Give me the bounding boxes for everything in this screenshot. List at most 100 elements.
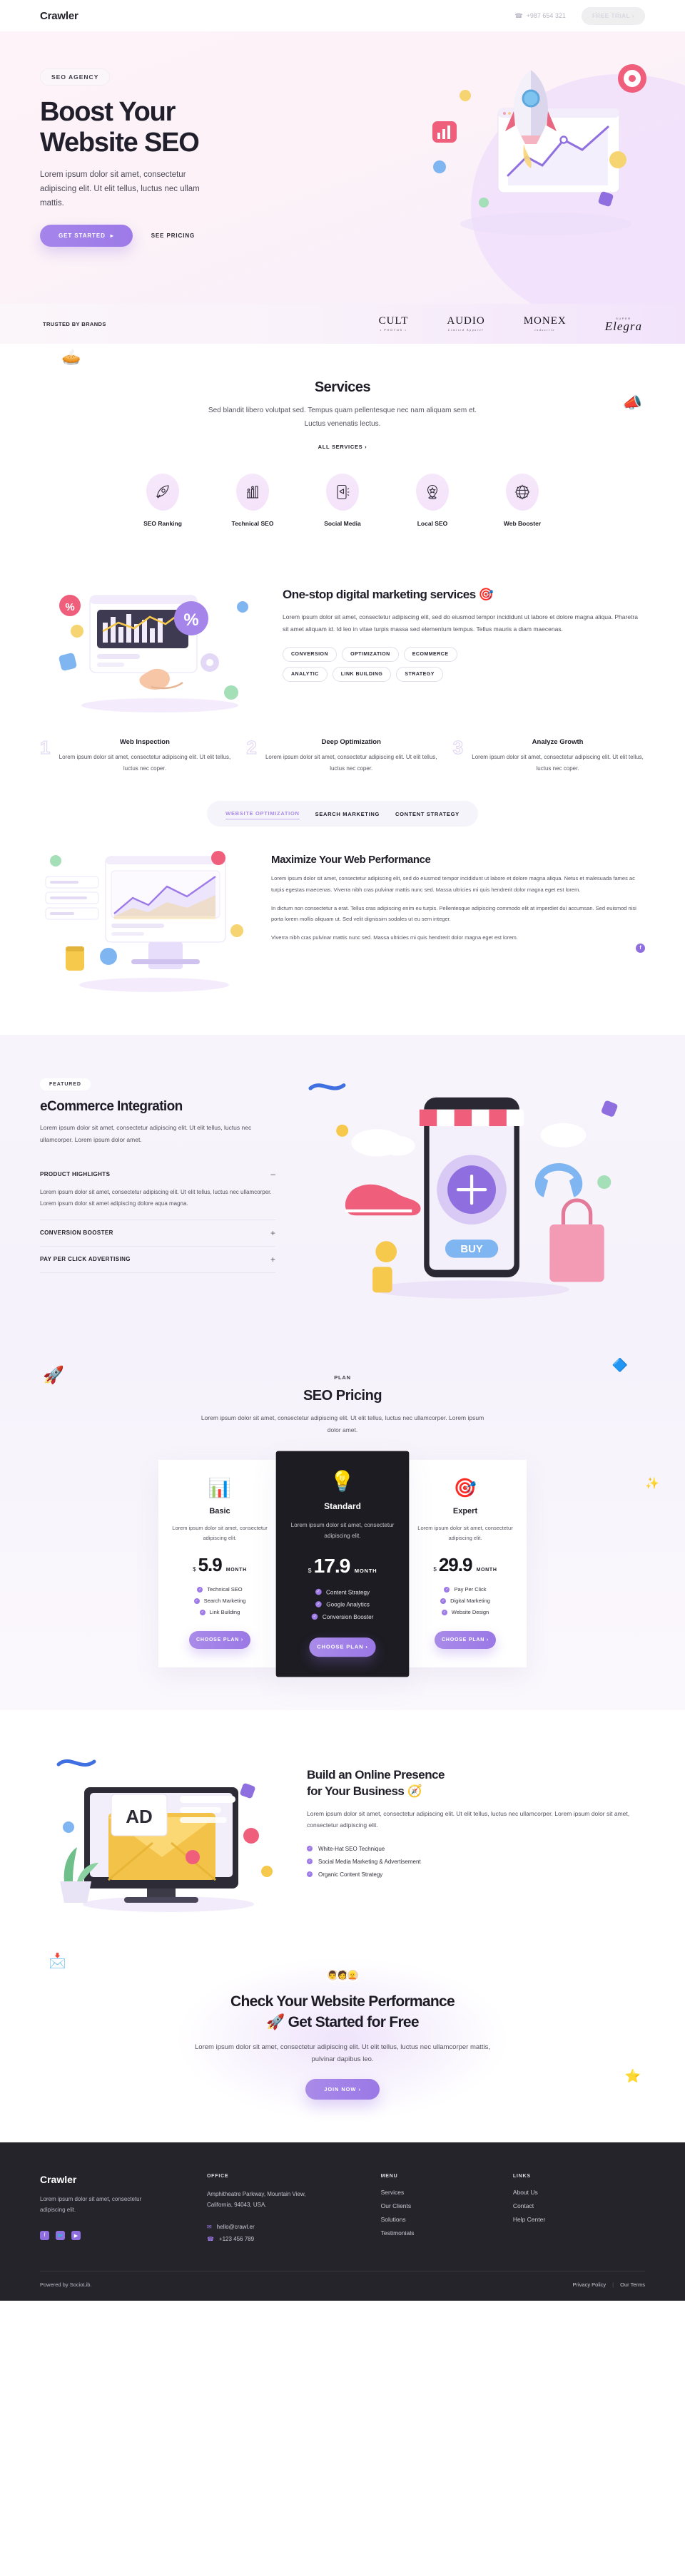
- hero-section: SEO AGENCY Boost Your Website SEO Lorem …: [0, 31, 685, 304]
- pie-chart-emoji: 🥧: [61, 348, 81, 366]
- pricing-section: 🚀 🔷 ✨ PLAN SEO Pricing Lorem ipsum dolor…: [0, 1343, 685, 1711]
- accordion-header[interactable]: PRODUCT HIGHLIGHTS –: [40, 1161, 275, 1187]
- feature-row: ✓ Search Marketing: [193, 1598, 246, 1605]
- plan-description: Lorem ipsum dolor sit amet, consectetur …: [172, 1524, 268, 1541]
- footer-link-solutions[interactable]: Solutions: [381, 2216, 513, 2223]
- star-emoji: ✨: [645, 1478, 659, 1491]
- price-amount: 5.9: [198, 1554, 223, 1576]
- brand-logo[interactable]: Crawler: [40, 10, 78, 22]
- send-emoji: 📩: [49, 1953, 66, 1970]
- choose-plan-button-expert[interactable]: CHOOSE PLAN ›: [435, 1631, 496, 1650]
- footer-link-about-us[interactable]: About Us: [513, 2189, 645, 2196]
- plan-price: $ 29.9 MONTH: [415, 1555, 515, 1574]
- accordion-title: PAY PER CLICK ADVERTISING: [40, 1256, 131, 1262]
- accordion-body: Lorem ipsum dolor sit amet, consectetur …: [40, 1189, 272, 1207]
- plus-icon: +: [270, 1227, 275, 1238]
- svg-text:%: %: [65, 601, 74, 613]
- step-number: 1: [39, 737, 51, 758]
- youtube-icon[interactable]: ▶: [71, 2231, 81, 2241]
- megaphone-emoji: 📣: [622, 394, 642, 412]
- tag-conversion[interactable]: CONVERSION: [283, 647, 338, 663]
- tag-optimization[interactable]: OPTIMIZATION: [342, 647, 399, 663]
- footer-link-services[interactable]: Services: [381, 2189, 513, 2196]
- services-icon-row: SEO Ranking Technical SEO Social Media L…: [0, 474, 685, 527]
- accordion-header[interactable]: PAY PER CLICK ADVERTISING +: [40, 1247, 275, 1272]
- service-seo-ranking[interactable]: SEO Ranking: [135, 474, 191, 527]
- tag-analytic[interactable]: ANALYTIC: [283, 667, 328, 683]
- service-social-media[interactable]: Social Media: [315, 474, 370, 527]
- tag-link-building[interactable]: LINK BUILDING: [332, 667, 392, 683]
- featured-badge: FEATURED: [40, 1078, 91, 1091]
- service-web-booster[interactable]: Web Booster: [494, 474, 550, 527]
- pricing-card-standard: 💡 Standard Lorem ipsum dolor sit amet, c…: [275, 1451, 410, 1677]
- feature-row: ✓ Digital Marketing: [440, 1598, 490, 1604]
- price-period: MONTH: [225, 1568, 247, 1573]
- brand-logo-audio: AUDIO Limited Apparel: [447, 316, 484, 332]
- footer-email[interactable]: ✉ hello@crawl.er: [207, 2224, 381, 2230]
- feature-label: Content Strategy: [326, 1588, 370, 1595]
- footer-office-column: OFFICE Amphitheatre Parkway, Mountain Vi…: [207, 2174, 381, 2242]
- hero-content: SEO AGENCY Boost Your Website SEO Lorem …: [40, 68, 645, 247]
- service-local-seo[interactable]: Local SEO: [405, 474, 460, 527]
- brand-logo-monex: MONEX industrie: [524, 316, 567, 332]
- footer-link-our-clients[interactable]: Our Clients: [381, 2202, 513, 2209]
- step-item: 2 Deep Optimization Lorem ipsum dolor si…: [246, 737, 438, 774]
- service-label: Technical SEO: [231, 520, 274, 527]
- hero-title-line-2: Website SEO: [40, 127, 200, 158]
- facebook-badge-icon[interactable]: f: [636, 943, 645, 953]
- footer-link-testimonials[interactable]: Testimonials: [381, 2229, 513, 2237]
- footer-brand: Crawler: [40, 2173, 77, 2185]
- onestop-title: One-stop digital marketing services 🎯: [283, 588, 494, 601]
- phone-icon: ☎: [514, 11, 523, 19]
- footer-links-column: LINKS About Us Contact Help Center: [513, 2174, 645, 2242]
- tag-ecommerce[interactable]: ECOMMERCE: [403, 647, 457, 663]
- onestop-content: One-stop digital marketing services 🎯 Lo…: [283, 578, 645, 683]
- nav-phone[interactable]: ☎ +987 654 321: [514, 12, 566, 20]
- footer-link-help-center[interactable]: Help Center: [513, 2216, 645, 2223]
- footer-link-contact[interactable]: Contact: [513, 2202, 645, 2209]
- free-trial-button[interactable]: FREE TRIAL ›: [581, 6, 645, 25]
- rocket-icon: [146, 474, 179, 511]
- svg-text:AD: AD: [126, 1806, 153, 1827]
- step-title: Deep Optimization: [321, 738, 381, 746]
- footer-address: Amphitheatre Parkway, Mountain View, Cal…: [206, 2190, 306, 2209]
- privacy-policy-link[interactable]: Privacy Policy: [572, 2281, 606, 2288]
- feature-row: ✓ Social Media Marketing & Advertisement: [307, 1859, 645, 1865]
- tab-content-strategy[interactable]: CONTENT STRATEGY: [395, 808, 460, 819]
- choose-plan-button-standard[interactable]: CHOOSE PLAN ›: [309, 1637, 376, 1657]
- see-pricing-button[interactable]: SEE PRICING: [151, 232, 195, 239]
- brand-sub: • PHOTOS •: [380, 328, 407, 332]
- tab-search-marketing[interactable]: SEARCH MARKETING: [315, 808, 380, 819]
- mail-icon: ✉: [206, 2224, 212, 2231]
- all-services-button[interactable]: ALL SERVICES ›: [318, 444, 367, 450]
- facebook-icon[interactable]: f: [40, 2231, 49, 2241]
- landing-page: Crawler ☎ +987 654 321 FREE TRIAL › SEO …: [0, 0, 685, 2301]
- feature-label: Search Marketing: [203, 1598, 246, 1605]
- choose-plan-button-basic[interactable]: CHOOSE PLAN ›: [189, 1631, 250, 1650]
- tab-bar: WEBSITE OPTIMIZATION SEARCH MARKETING CO…: [207, 801, 478, 827]
- service-label: Social Media: [324, 520, 361, 527]
- bar-chart-emoji: 📊: [208, 1476, 232, 1498]
- step-text: Lorem ipsum dolor sit amet, consectetur …: [472, 754, 644, 772]
- tag-strategy[interactable]: STRATEGY: [396, 667, 443, 683]
- plan-name: Expert: [452, 1506, 478, 1516]
- check-icon: ✓: [315, 1601, 322, 1608]
- maximize-content: Maximize Your Web Performance Lorem ipsu…: [271, 845, 645, 953]
- service-technical-seo[interactable]: Technical SEO: [225, 474, 280, 527]
- join-now-button[interactable]: JOIN NOW ›: [305, 2078, 380, 2100]
- twitter-icon[interactable]: 🐦: [56, 2231, 65, 2241]
- check-icon: ✓: [441, 1609, 447, 1615]
- terms-link[interactable]: Our Terms: [620, 2281, 645, 2288]
- feature-row: ✓ Conversion Booster: [311, 1613, 373, 1620]
- check-icon: ✓: [193, 1598, 200, 1604]
- pricing-card-list: 📊 Basic Lorem ipsum dolor sit amet, cons…: [0, 1451, 685, 1677]
- footer-phone[interactable]: ☎ +123 456 789: [207, 2236, 381, 2242]
- accordion: PRODUCT HIGHLIGHTS – Lorem ipsum dolor s…: [40, 1161, 275, 1273]
- feature-label: Organic Content Strategy: [318, 1871, 383, 1878]
- services-subtitle: Sed blandit libero volutpat sed. Tempus …: [208, 407, 477, 428]
- footer-menu-links: Services Our Clients Solutions Testimoni…: [381, 2189, 513, 2237]
- tab-website-optimization[interactable]: WEBSITE OPTIMIZATION: [225, 808, 300, 820]
- get-started-button[interactable]: GET STARTED ▸: [40, 225, 133, 247]
- feature-label: Social Media Marketing & Advertisement: [318, 1858, 421, 1865]
- accordion-header[interactable]: CONVERSION BOOSTER +: [40, 1220, 275, 1246]
